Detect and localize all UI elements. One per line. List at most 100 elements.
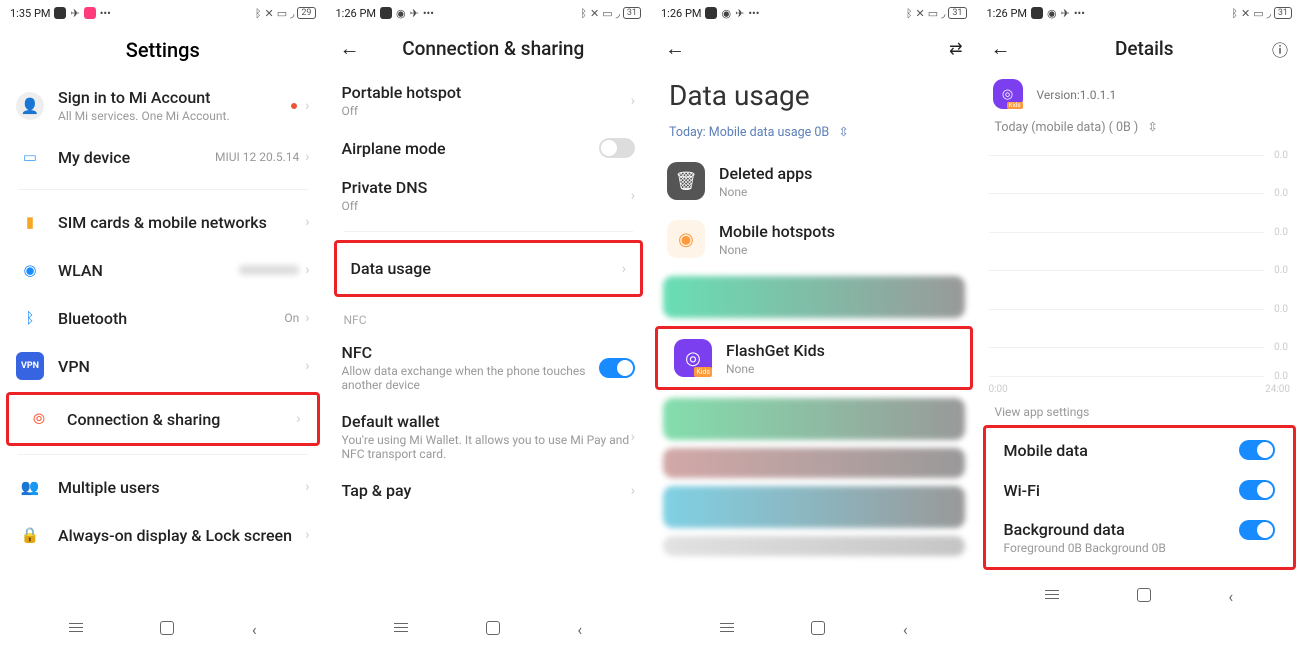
sim-icon: ▭	[928, 7, 938, 20]
sim-card-icon: ▮	[16, 208, 44, 236]
battery-icon: 31	[948, 7, 966, 19]
chevron-right-icon: ›	[631, 483, 635, 499]
wifi-row[interactable]: Wi-Fi	[986, 470, 1294, 510]
mobile-data-toggle[interactable]	[1239, 440, 1275, 460]
flashget-sub: None	[726, 362, 954, 376]
nav-home-button[interactable]	[160, 620, 174, 639]
nav-bar: ‹	[326, 609, 652, 649]
more-icon: •••	[1074, 7, 1085, 20]
vpn-row[interactable]: VPN VPN ›	[0, 342, 326, 390]
data-usage-title: Data usage	[351, 259, 622, 278]
lock-icon: 🔒	[16, 521, 44, 549]
hotspot-sub: Off	[342, 104, 631, 118]
status-time: 1:26 PM	[336, 7, 376, 20]
hotspot-icon: ◉	[667, 220, 705, 258]
aod-row[interactable]: 🔒 Always-on display & Lock screen ›	[0, 511, 326, 559]
chart-xtick-start: 0:00	[989, 384, 1008, 395]
sim-icon: ▭	[1253, 7, 1263, 20]
nav-recent-button[interactable]	[69, 620, 83, 639]
nfc-toggle[interactable]	[599, 358, 635, 378]
mobile-data-title: Mobile data	[1004, 441, 1240, 460]
mute-icon: ✕	[1241, 7, 1250, 20]
wifi-icon: ◞	[941, 7, 945, 20]
connection-sharing-row[interactable]: ⦾ Connection & sharing ›	[6, 392, 320, 446]
airplane-title: Airplane mode	[342, 139, 600, 158]
chevron-right-icon: ›	[296, 411, 300, 427]
info-button[interactable]: ⓘ	[1264, 37, 1288, 61]
back-button[interactable]: ←	[665, 36, 689, 61]
chevron-right-icon: ›	[305, 262, 309, 278]
nav-back-button[interactable]: ‹	[252, 620, 257, 639]
screen-data-usage: 1:26 PM ◉ ✈ ••• ᛒ ✕ ▭ ◞ 31 ← ⇄ Data usag…	[651, 0, 977, 649]
nfc-row[interactable]: NFC Allow data exchange when the phone t…	[326, 333, 652, 402]
my-device-version: MIUI 12 20.5.14	[215, 150, 299, 164]
wifi-icon: ◞	[290, 7, 294, 20]
dropdown-icon: ⇳	[838, 125, 848, 140]
chevron-right-icon: ›	[631, 188, 635, 204]
chevron-right-icon: ›	[305, 149, 309, 165]
device-icon: ▭	[16, 143, 44, 171]
hotspot-title: Portable hotspot	[342, 83, 631, 102]
chart-ytick: 0.0	[1274, 304, 1288, 315]
nav-home-button[interactable]	[811, 620, 825, 639]
my-device-row[interactable]: ▭ My device MIUI 12 20.5.14 ›	[0, 133, 326, 181]
sign-in-row[interactable]: 👤 Sign in to Mi Account All Mi services.…	[0, 78, 326, 133]
bluetooth-title: Bluetooth	[58, 309, 284, 328]
details-filter-dropdown[interactable]: Today (mobile data) ( 0B ) ⇳	[977, 115, 1302, 147]
background-data-title: Background data	[1004, 520, 1240, 539]
swap-button[interactable]: ⇄	[939, 39, 963, 58]
dns-row[interactable]: Private DNS Off ›	[326, 168, 652, 223]
nav-bar: ‹	[0, 609, 326, 649]
battery-icon: 31	[1274, 7, 1292, 19]
screen-settings: 1:35 PM ✈ ••• ᛒ ✕ ▭ ◞ 29 Settings 👤 Sign…	[0, 0, 326, 649]
hotspot-row[interactable]: Portable hotspot Off ›	[326, 73, 652, 128]
usage-filter-dropdown[interactable]: Today: Mobile data usage 0B ⇳	[651, 120, 977, 152]
nav-back-button[interactable]: ‹	[1228, 587, 1233, 606]
nav-recent-button[interactable]	[1045, 587, 1059, 606]
chevron-right-icon: ›	[631, 429, 635, 445]
back-button[interactable]: ←	[991, 36, 1015, 61]
multiple-users-row[interactable]: 👥 Multiple users ›	[0, 463, 326, 511]
sim-title: SIM cards & mobile networks	[58, 213, 305, 232]
sim-icon: ▭	[602, 7, 612, 20]
nav-home-button[interactable]	[486, 620, 500, 639]
wifi-icon: ◞	[616, 7, 620, 20]
background-data-row[interactable]: Background data Foreground 0B Background…	[986, 510, 1294, 565]
telegram-icon: ◉	[396, 7, 406, 20]
mobile-data-row[interactable]: Mobile data	[986, 430, 1294, 470]
nav-recent-button[interactable]	[720, 620, 734, 639]
view-app-settings-link[interactable]: View app settings	[977, 399, 1302, 423]
details-filter-label: Today (mobile data) ( 0B )	[995, 120, 1139, 135]
wlan-row[interactable]: ◉ WLAN ›	[0, 246, 326, 294]
nav-recent-button[interactable]	[394, 620, 408, 639]
flashget-app-icon: ◎Kids	[674, 339, 712, 377]
nav-back-button[interactable]: ‹	[577, 620, 582, 639]
bluetooth-row[interactable]: ᛒ Bluetooth On ›	[0, 294, 326, 342]
airplane-row[interactable]: Airplane mode	[326, 128, 652, 168]
flashget-kids-row[interactable]: ◎Kids FlashGet Kids None	[655, 326, 973, 390]
sim-row[interactable]: ▮ SIM cards & mobile networks ›	[0, 198, 326, 246]
nav-back-button[interactable]: ‹	[903, 620, 908, 639]
background-data-toggle[interactable]	[1239, 520, 1275, 540]
send-icon: ✈	[735, 7, 744, 20]
nav-home-button[interactable]	[1137, 587, 1151, 606]
sign-in-sub: All Mi services. One Mi Account.	[58, 109, 291, 123]
chevron-right-icon: ›	[305, 98, 309, 114]
wifi-toggle[interactable]	[1239, 480, 1275, 500]
dns-sub: Off	[342, 199, 631, 213]
bluetooth-icon: ᛒ	[255, 7, 262, 20]
sim-icon: ▭	[277, 7, 287, 20]
more-icon: •••	[748, 7, 759, 20]
vpn-title: VPN	[58, 357, 305, 376]
bluetooth-status: On	[284, 311, 299, 325]
bluetooth-icon: ᛒ	[16, 304, 44, 332]
mobile-hotspots-row[interactable]: ◉ Mobile hotspots None	[651, 210, 977, 268]
avatar-icon: 👤	[16, 92, 44, 120]
airplane-toggle[interactable]	[599, 138, 635, 158]
data-usage-row[interactable]: Data usage ›	[334, 240, 644, 297]
tap-pay-row[interactable]: Tap & pay ›	[326, 471, 652, 510]
chart-ytick: 0.0	[1274, 150, 1288, 161]
back-button[interactable]: ←	[340, 36, 364, 61]
wallet-row[interactable]: Default wallet You're using Mi Wallet. I…	[326, 402, 652, 471]
deleted-apps-row[interactable]: 🗑 Deleted apps None	[651, 152, 977, 210]
